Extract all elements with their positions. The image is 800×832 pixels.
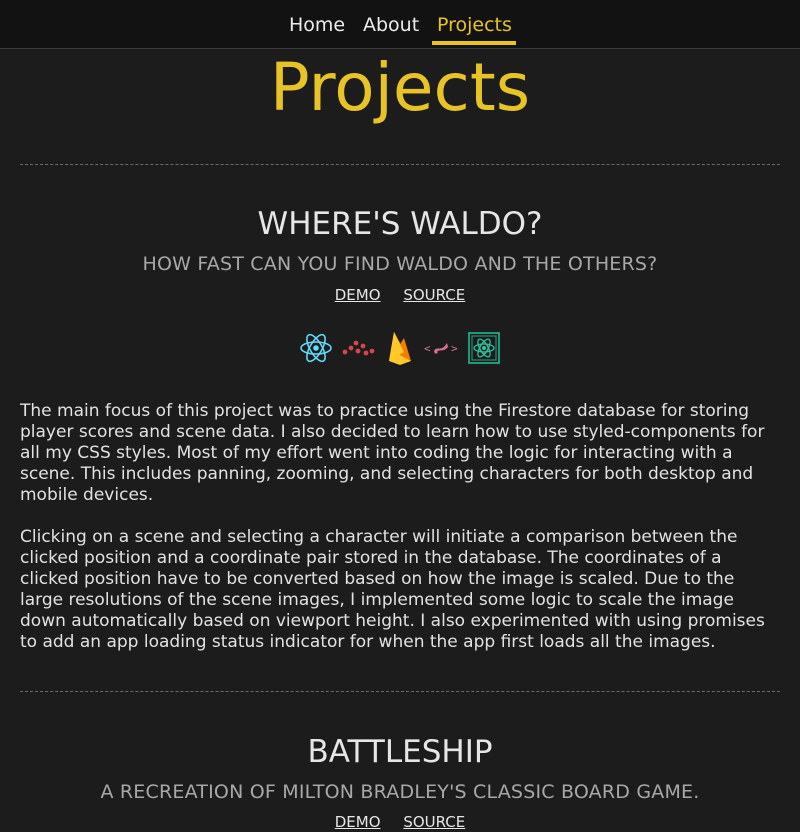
- demo-link[interactable]: DEMO: [335, 286, 381, 304]
- source-link[interactable]: SOURCE: [403, 813, 465, 831]
- rollup-icon: [341, 331, 377, 369]
- firebase-icon: [385, 330, 415, 370]
- react-icon: [299, 331, 333, 369]
- top-nav: Home About Projects: [0, 0, 800, 49]
- project-description: The main focus of this project was to pr…: [20, 401, 765, 505]
- nav-about-link[interactable]: About: [363, 13, 419, 37]
- react-testing-library-icon: [467, 331, 501, 369]
- section-divider: [20, 164, 780, 165]
- demo-link[interactable]: DEMO: [335, 813, 381, 831]
- project-description: Clicking on a scene and selecting a char…: [20, 527, 765, 652]
- nav-projects-link[interactable]: Projects: [437, 13, 512, 37]
- svg-text:<: <: [424, 342, 431, 355]
- project-title: BATTLESHIP: [307, 734, 493, 770]
- project-links: DEMO SOURCE: [0, 285, 800, 305]
- nav-home-link[interactable]: Home: [289, 13, 345, 37]
- page-title: Projects: [269, 49, 531, 126]
- project-links: DEMO SOURCE: [0, 812, 800, 832]
- source-link[interactable]: SOURCE: [403, 286, 465, 304]
- tech-stack-icons: < >: [0, 332, 800, 368]
- project-subtitle: HOW FAST CAN YOU FIND WALDO AND THE OTHE…: [142, 253, 658, 275]
- active-nav-indicator: [432, 41, 516, 45]
- project-subtitle: A RECREATION OF MILTON BRADLEY'S CLASSIC…: [100, 781, 700, 803]
- project-title: WHERE'S WALDO?: [257, 206, 543, 242]
- svg-text:>: >: [451, 342, 458, 355]
- section-divider: [20, 691, 780, 692]
- styled-components-icon: < >: [423, 331, 459, 369]
